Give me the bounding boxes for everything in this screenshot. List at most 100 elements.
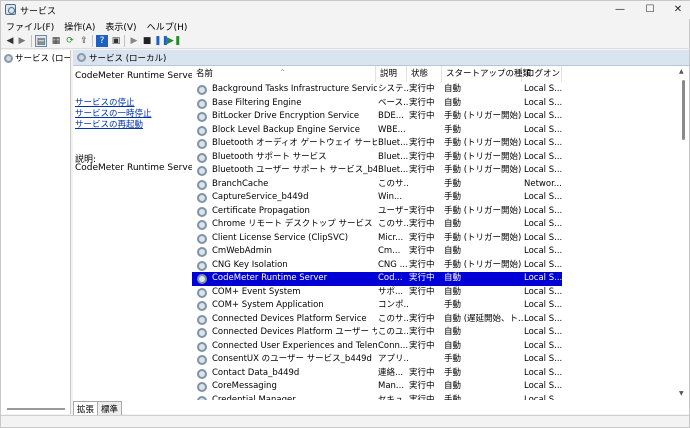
forward-arrow-icon[interactable]: ▶ [16,35,28,47]
menu-action[interactable]: 操作(A) [59,20,100,33]
table-row[interactable]: Block Level Backup Engine Service WBE... 手… [192,124,562,138]
table-row[interactable]: Client License Service (ClipSVC) Micr... 実… [192,232,562,246]
sort-ascending-icon: ^ [280,69,286,76]
table-row[interactable]: Bluetooth サポート サービス Bluet... 実行中 手動 (トリガー開始… [192,151,562,165]
service-gear-icon [197,287,207,298]
restart-service-icon[interactable]: ▶❚ [167,35,181,47]
service-logon-cell: Local S... [524,232,562,243]
column-header-label: 名前 [196,69,214,79]
scroll-down-icon[interactable]: ▼ [679,390,684,397]
service-name-cell: CoreMessaging [212,381,277,391]
main-header: サービス (ローカル) [73,50,689,66]
service-startup-cell: 自動 (遅延開始、ト... [444,313,524,324]
show-hide-tree-icon[interactable]: ▤ [35,35,47,47]
service-startup-cell: 手動 (トリガー開始) [444,165,522,175]
service-startup-cell: 手動 (トリガー開始) [444,259,522,270]
table-row[interactable]: Contact Data_b449d 連絡... 実行中 手動 Local S... [192,367,562,381]
maximize-button[interactable]: ☐ [635,1,665,19]
table-row-selected[interactable]: CodeMeter Runtime Server Cod... 実行中 自動 Local… [192,272,562,286]
table-row[interactable]: CoreMessaging Man... 実行中 自動 Local S... [192,380,562,394]
menu-help[interactable]: ヘルプ(H) [142,20,193,33]
pause-service-icon[interactable]: ❚❚ [154,35,169,47]
service-startup-cell: 手動 [444,394,462,401]
table-row[interactable]: Bluetooth ユーザー サポート サービス_b449d Bluet... 実行… [192,164,562,178]
service-logon-cell: Local S... [524,246,562,256]
service-gear-icon [197,152,207,163]
service-name-cell: CaptureService_b449d [212,192,309,202]
service-description-cell: Bluet... [378,151,408,162]
help-icon[interactable]: ? [96,35,108,47]
table-row[interactable]: CaptureService_b449d Win... 手動 Local S... [192,191,562,205]
service-gear-icon [197,274,207,284]
menu-view[interactable]: 表示(V) [100,20,141,33]
table-row[interactable]: Bluetooth オーディオ ゲートウェイ サービス Bluet... 実行中 手動… [192,137,562,151]
tab-standard[interactable]: 標準 [97,401,123,415]
column-header-description[interactable]: 説明 [376,66,407,82]
console-icon[interactable]: ▦ [50,35,62,47]
table-row[interactable]: COM+ System Application コンポ... 手動 Local S..… [192,299,562,313]
service-name-cell: Background Tasks Infrastructure Service [212,84,377,94]
service-description-cell: このサ... [378,219,408,229]
table-row[interactable]: Connected User Experiences and Telemetry… [192,340,562,354]
table-row[interactable]: Certificate Propagation ユーザー...実行中手動 (トリガ… [192,205,562,219]
service-startup-cell: 手動 [444,354,462,364]
tab-extended[interactable]: 拡張 [73,401,99,415]
service-logon-cell: Local S... [524,205,562,216]
column-header-startup-type[interactable]: スタートアップの種類 [442,66,531,82]
service-name-cell: CodeMeter Runtime Server [212,273,328,283]
scroll-up-icon[interactable]: ▲ [679,68,684,75]
menu-file[interactable]: ファイル(F) [1,20,59,33]
properties-icon[interactable]: ▣ [110,35,122,47]
minimize-button[interactable]: — [605,1,635,19]
service-logon-cell: Local S... [524,327,562,337]
toolbar-separator [92,35,93,47]
table-row[interactable]: Background Tasks Infrastructure Service シ… [192,83,562,97]
service-description-cell: ユーザー... [378,205,408,216]
refresh-icon[interactable]: ⟳ [64,35,76,47]
table-row[interactable]: COM+ Event System サポ... 実行中 自動 Local S... [192,286,562,300]
column-header-status[interactable]: 状態 [407,66,442,82]
service-description-cell: セキュ... [378,394,408,401]
table-row[interactable]: BitLocker Drive Encryption Service BDE...… [192,110,562,124]
table-row[interactable]: CNG Key Isolation CNG ... 実行中 手動 (トリガー開始) Lo… [192,259,562,273]
back-arrow-icon[interactable]: ◀ [4,35,16,47]
service-startup-cell: 自動 [444,97,462,108]
table-row[interactable]: Chrome リモート デスクトップ サービスこのサ...実行中自動 Local … [192,218,562,232]
table-row[interactable]: CmWebAdmin Cm... 実行中 自動 Local S... [192,245,562,259]
service-description-cell: コンポ... [378,300,408,310]
service-startup-cell: 自動 [444,273,462,283]
service-description-cell: このサ... [378,313,408,324]
start-service-icon[interactable]: ▶ [128,35,140,47]
toolbar-separator [31,35,32,47]
close-button[interactable]: ✕ [663,1,690,19]
toolbar-separator [124,35,125,47]
tree-scrollbar[interactable] [7,408,65,410]
column-header-logon[interactable]: ログオン [522,66,562,82]
service-description-cell: アプリ... [378,354,408,364]
service-description-cell: 連絡... [378,367,404,378]
service-gear-icon [197,220,207,230]
service-startup-cell: 自動 [444,246,462,256]
table-row[interactable]: Base Filtering Engine ベース... 実行中 自動 Local S.… [192,97,562,111]
service-status-cell: 実行中 [409,394,435,401]
column-header-name[interactable]: ^ 名前 [192,66,376,82]
service-status-cell: 実行中 [409,327,435,337]
table-row[interactable]: ConsentUX のユーザー サービス_b449d アプリ... 手動 Local … [192,353,562,367]
table-row[interactable]: Credential Manager セキュ...実行中 手動 Local S... [192,394,562,401]
restart-service-link[interactable]: サービスの再起動 [75,118,143,130]
table-row[interactable]: Connected Devices Platform ユーザー サービス...こ… [192,326,562,340]
table-row[interactable]: BranchCache このサ... 手動 Networ... [192,178,562,192]
table-row[interactable]: Connected Devices Platform Service このサ...… [192,313,562,327]
service-name-cell: Contact Data_b449d [212,367,300,378]
service-gear-icon [197,179,207,190]
export-icon[interactable]: ⇪ [78,35,90,47]
service-name-cell: BranchCache [212,178,269,189]
vertical-scrollbar-thumb[interactable] [682,80,685,140]
main-pane: サービス (ローカル) CodeMeter Runtime Server サービ… [73,50,689,414]
service-name-cell: COM+ System Application [212,300,324,310]
stop-service-icon[interactable]: ■ [141,35,153,47]
service-logon-cell: Local S... [524,354,562,364]
tree-item-services-local[interactable]: サービス (ローカル [4,52,70,64]
service-name-cell: Block Level Backup Engine Service [212,124,360,135]
service-logon-cell: Local S... [524,111,562,121]
